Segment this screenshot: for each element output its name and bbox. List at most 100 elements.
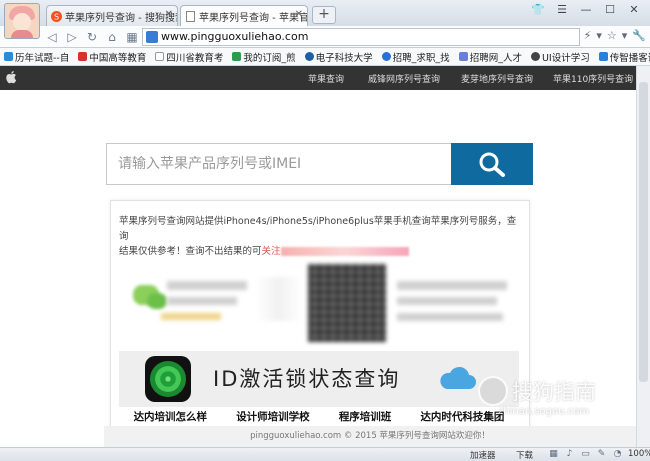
menu-icon[interactable]: ☰ xyxy=(550,2,574,20)
forward-icon[interactable]: ▷ xyxy=(64,29,80,45)
nav-link-weiphone-query[interactable]: 威锋网序列号查询 xyxy=(368,72,440,85)
bookmark-item[interactable]: 我的订阅_煎 xyxy=(232,50,296,64)
bookmark-icon xyxy=(232,52,242,61)
wrench-icon[interactable]: 🔧 xyxy=(632,29,646,42)
bookmarks-bar: 历年试题--自 中国高等教育 四川省教育考 我的订阅_煎 电子科技大学 招聘_求… xyxy=(0,48,650,66)
window-controls: 👕 ☰ — ☐ ✕ xyxy=(526,2,646,22)
url-input[interactable]: www.pingguoxuliehao.com xyxy=(142,28,580,46)
ad-link[interactable]: 设计师培训学校 xyxy=(236,409,310,424)
title-bar: S 苹果序列号查询 - 搜狗搜索 ✕ 苹果序列号查询 - 苹果官网 ✕ + 👕 … xyxy=(0,0,650,39)
svg-text:S: S xyxy=(54,12,59,21)
maximize-icon[interactable]: ☐ xyxy=(598,2,622,20)
find-my-iphone-icon xyxy=(145,356,191,402)
lightning-icon[interactable]: ⚡ xyxy=(584,29,592,42)
copyright-footer: pingguoxuliehao.com © 2015 苹果序列号查询网站欢迎你！ xyxy=(104,426,636,447)
tab-label: 苹果序列号查询 - 搜狗搜索 xyxy=(65,13,178,24)
blurred-text xyxy=(397,281,507,290)
tab-apple-site[interactable]: 苹果序列号查询 - 苹果官网 ✕ xyxy=(180,5,308,27)
close-tab-icon[interactable]: ✕ xyxy=(295,9,303,20)
search-button[interactable] xyxy=(451,143,533,185)
status-icons: ▦ ♪ ▭ ✎ ◔ xyxy=(548,449,623,460)
dropdown-arrow-icon[interactable]: ▾ xyxy=(596,29,602,42)
bookmark-item[interactable]: 招聘网_人才 xyxy=(458,50,522,64)
banner-title: ID激活锁状态查询 xyxy=(213,367,401,391)
bookmark-icon xyxy=(4,52,13,61)
watermark-text: 搜狗指南 xyxy=(512,380,596,404)
skin-icon[interactable]: 👕 xyxy=(526,2,550,20)
info-card: 苹果序列号查询网站提供iPhone4s/iPhone5s/iPhone6plus… xyxy=(110,200,530,447)
user-avatar[interactable] xyxy=(4,3,40,39)
security-shield-icon xyxy=(146,31,158,43)
blurred-text xyxy=(167,297,237,305)
ad-link[interactable]: 程序培训班 xyxy=(339,409,392,424)
search-icon xyxy=(479,152,505,177)
serial-search-form xyxy=(106,143,533,185)
activation-lock-banner[interactable]: ID激活锁状态查询 xyxy=(119,351,519,407)
apps-grid-icon[interactable]: ▦ xyxy=(124,29,140,45)
dropdown-arrow-icon[interactable]: ▾ xyxy=(622,29,628,42)
ad-link[interactable]: 达内培训怎么样 xyxy=(134,409,208,424)
close-window-icon[interactable]: ✕ xyxy=(622,2,646,20)
arrow-decoration xyxy=(255,277,303,321)
blurred-text xyxy=(397,313,503,321)
page-icon xyxy=(186,11,195,22)
bookmark-icon xyxy=(381,52,391,61)
page-icon xyxy=(155,52,165,61)
minimize-icon[interactable]: — xyxy=(574,2,598,20)
nav-buttons: ◁ ▷ ↻ ⌂ ▦ xyxy=(44,29,140,45)
scrollbar-thumb[interactable] xyxy=(639,82,648,382)
back-icon[interactable]: ◁ xyxy=(44,29,60,45)
refresh-icon[interactable]: ↻ xyxy=(84,29,100,45)
blurred-text xyxy=(397,297,497,305)
star-icon[interactable]: ☆ xyxy=(607,29,617,42)
bookmark-icon xyxy=(598,52,608,61)
bookmark-icon xyxy=(530,52,540,61)
download-button[interactable]: 下载 xyxy=(516,449,533,461)
home-icon[interactable]: ⌂ xyxy=(104,29,120,45)
bookmark-icon xyxy=(78,52,88,61)
bookmark-item[interactable]: 历年试题--自 xyxy=(4,50,69,64)
serial-search-input[interactable] xyxy=(106,143,452,185)
tab-sogou-search[interactable]: S 苹果序列号查询 - 搜狗搜索 ✕ xyxy=(46,5,178,26)
qr-code xyxy=(308,264,386,342)
bookmark-item[interactable]: 招聘_求职_找 xyxy=(381,50,450,64)
icloud-icon xyxy=(440,366,476,389)
sogou-watermark-logo xyxy=(478,376,508,406)
zoom-level[interactable]: 100% xyxy=(628,449,650,459)
nav-link-apple-query[interactable]: 苹果查询 xyxy=(308,72,344,85)
sogou-guide-watermark: 搜狗指南 zhinan.sogou.com xyxy=(478,372,636,426)
page-viewport: 苹果查询 威锋网序列号查询 麦芽地序列号查询 苹果110序列号查询 苹果序列号查… xyxy=(0,66,650,447)
bookmark-item[interactable]: 电子科技大学 xyxy=(304,50,373,64)
apple-logo-icon[interactable] xyxy=(6,70,17,84)
speaker-icon[interactable]: ♪ xyxy=(564,449,575,460)
site-nav: 苹果查询 威锋网序列号查询 麦芽地序列号查询 苹果110序列号查询 xyxy=(0,66,636,90)
nav-link-maiyadi-query[interactable]: 麦芽地序列号查询 xyxy=(461,72,533,85)
bookmark-item[interactable]: UI设计学习 xyxy=(530,50,590,64)
blurred-text xyxy=(280,247,409,256)
sound-icon[interactable]: ◔ xyxy=(612,449,623,460)
bookmark-item[interactable]: 中国高等教育 xyxy=(78,50,146,64)
site-description: 苹果序列号查询网站提供iPhone4s/iPhone5s/iPhone6plus… xyxy=(119,216,517,257)
sogou-icon: S xyxy=(51,11,62,22)
wechat-icon xyxy=(147,293,167,309)
ad-links: 达内培训怎么样 设计师培训学校 程序培训班 达内时代科技集团 xyxy=(119,407,519,425)
blurred-text xyxy=(167,281,247,290)
nav-link-apple110-query[interactable]: 苹果110序列号查询 xyxy=(553,72,633,85)
brush-icon[interactable]: ✎ xyxy=(596,449,607,460)
bookmark-icon xyxy=(304,52,314,61)
grid-icon[interactable]: ▦ xyxy=(548,449,559,460)
watermark-url: zhinan.sogou.com xyxy=(498,406,590,417)
screen-icon[interactable]: ▭ xyxy=(580,449,591,460)
tab-label: 苹果序列号查询 - 苹果官网 xyxy=(199,13,308,24)
bookmark-item[interactable]: 四川省教育考 xyxy=(155,50,223,64)
new-tab-button[interactable]: + xyxy=(312,6,336,24)
vertical-scrollbar[interactable] xyxy=(636,66,650,447)
address-bar: ◁ ▷ ↻ ⌂ ▦ www.pingguoxuliehao.com ⚡ ▾ ☆ … xyxy=(0,26,650,48)
blurred-text xyxy=(161,313,221,320)
url-text: www.pingguoxuliehao.com xyxy=(161,30,309,43)
accelerator-button[interactable]: 加速器 xyxy=(470,449,496,461)
status-bar: 加速器 下载 ▦ ♪ ▭ ✎ ◔ 100% xyxy=(0,447,650,461)
close-tab-icon[interactable]: ✕ xyxy=(165,9,173,20)
address-tools: ⚡ ▾ ☆ ▾ 🔧 xyxy=(584,29,646,42)
bookmark-item[interactable]: 传智播客课程 xyxy=(598,50,650,64)
